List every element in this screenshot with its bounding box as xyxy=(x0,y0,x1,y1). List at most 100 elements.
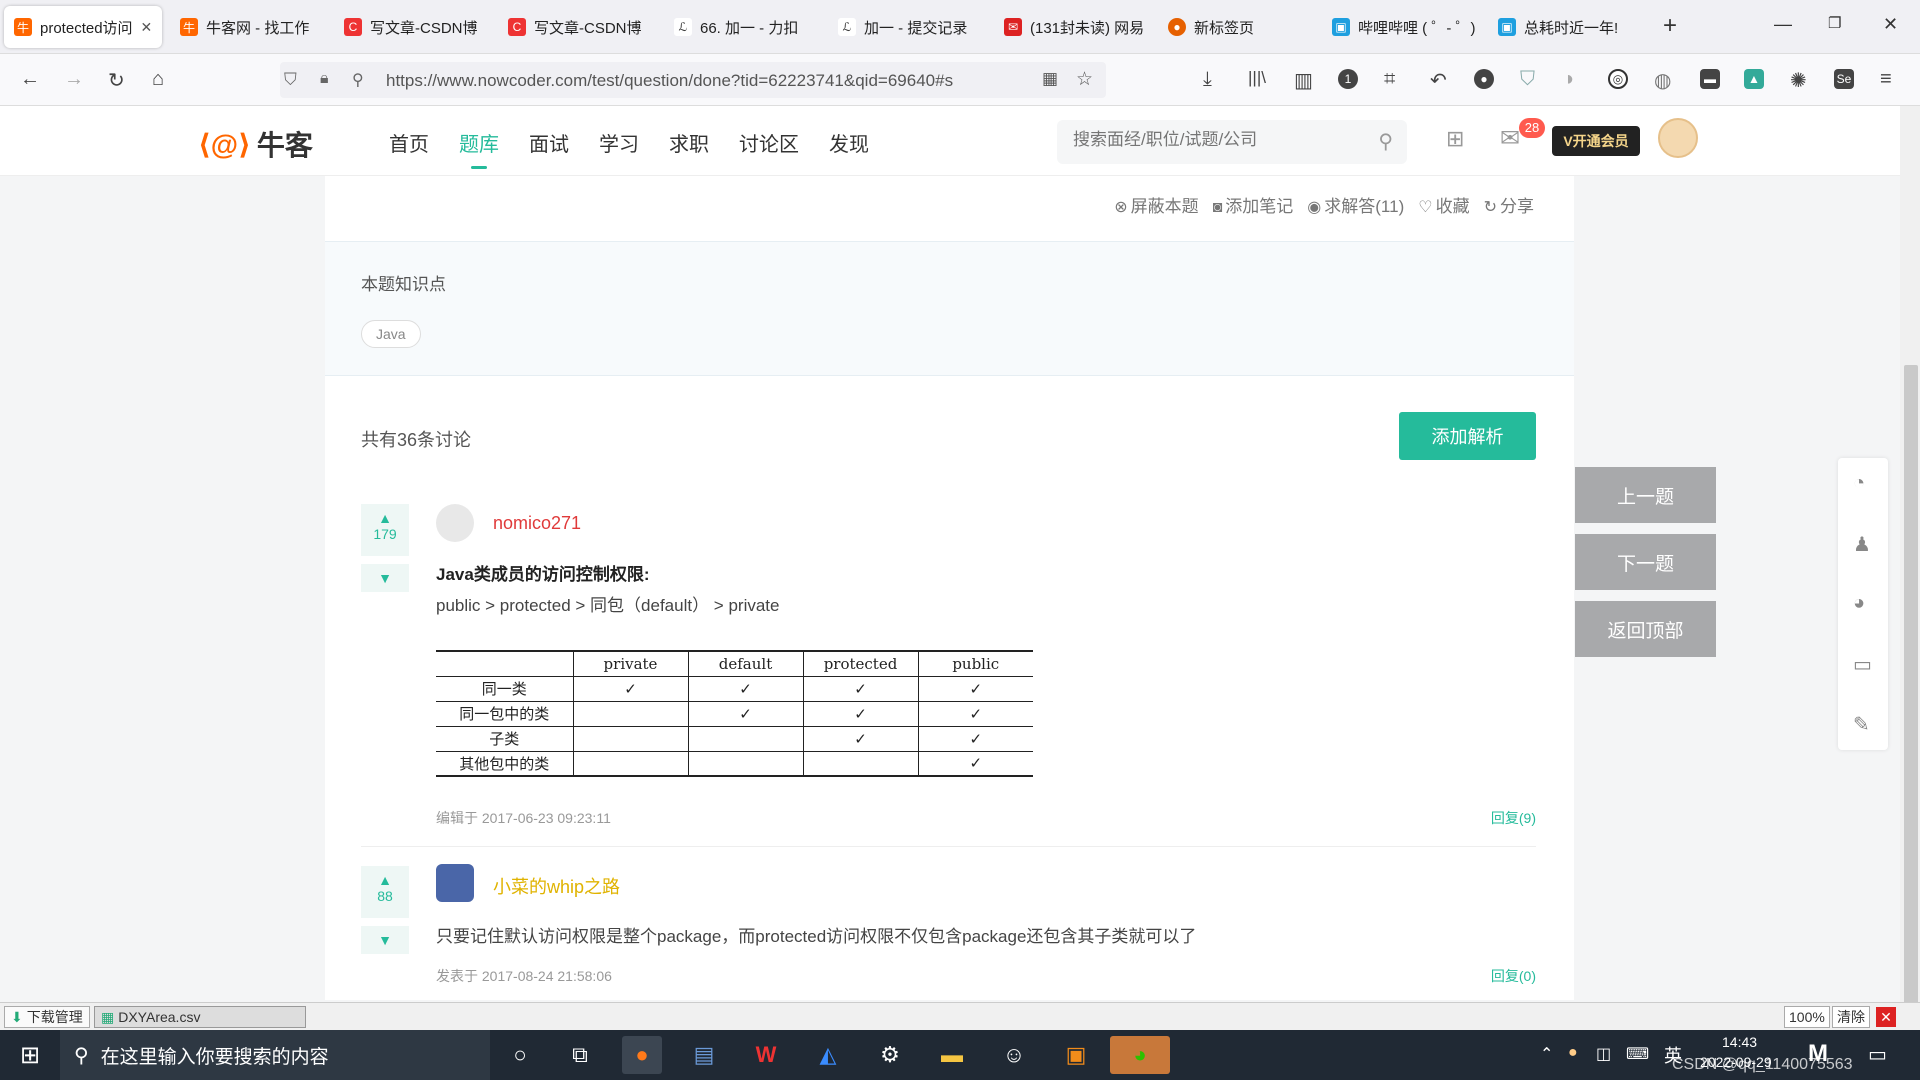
tray-app-icon[interactable]: ◫ xyxy=(1596,1044,1611,1064)
next-question-button[interactable]: 下一题 xyxy=(1575,534,1716,590)
browser-tab[interactable]: ▣ 哔哩哔哩 ( ゜- ゜) xyxy=(1322,6,1484,48)
menu-question-bank[interactable]: 题库 xyxy=(459,128,499,169)
back-icon[interactable]: ← xyxy=(20,68,40,91)
tray-app-icon[interactable]: ● xyxy=(1568,1044,1578,1062)
close-window-icon[interactable]: ✕ xyxy=(1883,14,1898,35)
feishu-icon[interactable]: ◭ xyxy=(808,1036,848,1074)
extension-icon[interactable]: ▬ xyxy=(1700,69,1720,89)
search-input[interactable] xyxy=(1073,130,1363,150)
site-search[interactable]: ⚲ xyxy=(1057,120,1407,164)
ask-answer-button[interactable]: ◉ 求解答(11) xyxy=(1307,192,1404,217)
globe-icon[interactable]: ◍ xyxy=(1654,68,1671,93)
comment-username[interactable]: nomico271 xyxy=(493,513,581,534)
menu-interview[interactable]: 面试 xyxy=(529,128,569,157)
browser-tab[interactable]: C 写文章-CSDN博 xyxy=(334,6,494,48)
close-tab-icon[interactable]: ✕ xyxy=(141,19,153,36)
downvote-button[interactable]: ▼ xyxy=(361,564,409,592)
library-icon[interactable]: |||\ xyxy=(1248,68,1266,88)
extension-icon[interactable]: 1 xyxy=(1338,69,1358,89)
weibo-icon[interactable]: ◔ xyxy=(1853,472,1865,495)
new-tab-button[interactable]: + xyxy=(1663,12,1677,40)
clock-time[interactable]: 14:43 xyxy=(1722,1034,1757,1050)
undo-icon[interactable]: ↶ xyxy=(1430,68,1447,93)
add-note-button[interactable]: ◙ 添加笔记 xyxy=(1213,192,1294,217)
address-bar[interactable]: ⛉ 🔒︎ ⚲ https://www.nowcoder.com/test/que… xyxy=(280,62,1106,98)
browser-tab[interactable]: C 写文章-CSDN博 xyxy=(498,6,658,48)
download-manager-button[interactable]: ⬇ 下载管理 xyxy=(4,1006,90,1028)
browser-tab[interactable]: ✉ (131封未读) 网易 xyxy=(994,6,1154,48)
vip-button[interactable]: V开通会员 xyxy=(1552,126,1640,156)
notification-icon[interactable]: ▭ xyxy=(1868,1042,1887,1067)
menu-jobs[interactable]: 求职 xyxy=(669,128,709,157)
menu-icon[interactable]: ≡ xyxy=(1880,68,1892,91)
download-item[interactable]: ▦ DXYArea.csv xyxy=(94,1006,306,1028)
bookmark-star-icon[interactable]: ☆ xyxy=(1076,68,1093,91)
share-button[interactable]: ↻ 分享 xyxy=(1484,192,1534,217)
search-icon[interactable]: ⚲ xyxy=(1378,129,1393,154)
file-explorer-icon[interactable]: ▬ xyxy=(932,1036,972,1074)
favorite-button[interactable]: ♡ 收藏 xyxy=(1418,192,1469,217)
upvote-button[interactable]: ▲ 88 xyxy=(361,866,409,918)
reload-icon[interactable]: ↻ xyxy=(108,68,125,93)
browser-tab[interactable]: 牛 protected访问 ✕ xyxy=(4,6,162,48)
wechat-icon[interactable]: ◕ xyxy=(1853,592,1865,615)
block-question-button[interactable]: ⊗ 屏蔽本题 xyxy=(1114,192,1198,217)
site-logo[interactable]: ⟨@⟩ 牛客 xyxy=(198,124,313,164)
forward-icon[interactable]: → xyxy=(64,68,84,91)
extension-icon[interactable]: ⛉ xyxy=(1520,68,1535,91)
browser-tab[interactable]: 牛牛客网 - 找工作 xyxy=(170,6,328,48)
cortana-icon[interactable]: ○ xyxy=(500,1036,540,1074)
windows-start-icon[interactable]: ⊞ xyxy=(10,1036,50,1074)
keyboard-icon[interactable]: ⌨ xyxy=(1626,1044,1649,1064)
home-icon[interactable]: ⌂ xyxy=(152,68,164,91)
prev-question-button[interactable]: 上一题 xyxy=(1575,467,1716,523)
app-avatar-icon[interactable]: ☺ xyxy=(994,1036,1034,1074)
reply-link[interactable]: 回复(0) xyxy=(1491,966,1536,986)
knowledge-tag[interactable]: Java xyxy=(361,320,421,348)
menu-discuss[interactable]: 讨论区 xyxy=(739,128,799,157)
mail-icon[interactable]: ✉ xyxy=(1500,124,1520,153)
crop-icon[interactable]: ⌗ xyxy=(1384,68,1395,91)
pdf-app-icon[interactable]: ▣ xyxy=(1056,1036,1096,1074)
extension-icon[interactable]: ✺ xyxy=(1790,68,1807,93)
feedback-icon[interactable]: ✎ xyxy=(1853,712,1870,737)
user-avatar[interactable] xyxy=(436,864,474,902)
downvote-button[interactable]: ▼ xyxy=(361,926,409,954)
selenium-icon[interactable]: Se xyxy=(1834,69,1854,89)
qq-icon[interactable]: ♟ xyxy=(1853,532,1871,557)
comment-username[interactable]: 小菜的whip之路 xyxy=(493,873,620,899)
task-view-icon[interactable]: ⧉ xyxy=(560,1036,600,1074)
winrar-icon[interactable]: ▤ xyxy=(684,1036,724,1074)
zoom-level[interactable]: 100% xyxy=(1784,1006,1830,1028)
mobile-icon[interactable]: ▭ xyxy=(1853,652,1872,677)
extension-icon[interactable]: ◗ xyxy=(1564,68,1576,91)
menu-discover[interactable]: 发现 xyxy=(829,128,869,157)
qrcode-icon[interactable]: ▦ xyxy=(1042,69,1058,89)
firefox-icon[interactable]: ● xyxy=(622,1036,662,1074)
avatar[interactable] xyxy=(1658,118,1698,158)
wps-icon[interactable]: W xyxy=(746,1036,786,1074)
extension-icon[interactable]: ● xyxy=(1474,69,1494,89)
sidebar-icon[interactable]: ▥ xyxy=(1294,68,1313,93)
extension-icon[interactable]: ◎ xyxy=(1608,69,1628,89)
browser-tab[interactable]: ℒ 加一 - 提交记录 xyxy=(828,6,988,48)
taskbar-search[interactable]: ⚲ 在这里输入你要搜索的内容 xyxy=(60,1030,490,1080)
reply-link[interactable]: 回复(9) xyxy=(1491,808,1536,828)
download-icon[interactable]: ⤓ xyxy=(1203,68,1212,91)
browser-tab[interactable]: ● 新标签页 xyxy=(1158,6,1318,48)
back-to-top-button[interactable]: 返回顶部 xyxy=(1575,601,1716,657)
browser-tab[interactable]: ▣ 总耗时近一年! xyxy=(1488,6,1648,48)
extension-icon[interactable]: ▲ xyxy=(1744,69,1764,89)
clear-button[interactable]: 清除 xyxy=(1832,1006,1870,1028)
upvote-button[interactable]: ▲ 179 xyxy=(361,504,409,556)
menu-home[interactable]: 首页 xyxy=(389,128,429,157)
wechat-icon[interactable]: ◕ xyxy=(1110,1036,1170,1074)
scrollbar-thumb[interactable] xyxy=(1904,365,1918,1005)
add-analysis-button[interactable]: 添加解析 xyxy=(1399,412,1536,460)
close-download-bar-icon[interactable]: ✕ xyxy=(1876,1007,1896,1027)
restore-icon[interactable]: ❐ xyxy=(1828,14,1841,32)
recruit-icon[interactable]: ⊞ xyxy=(1446,126,1464,152)
settings-icon[interactable]: ⚙ xyxy=(870,1036,910,1074)
browser-tab[interactable]: ℒ 66. 加一 - 力扣 xyxy=(664,6,824,48)
user-avatar[interactable] xyxy=(436,504,474,542)
